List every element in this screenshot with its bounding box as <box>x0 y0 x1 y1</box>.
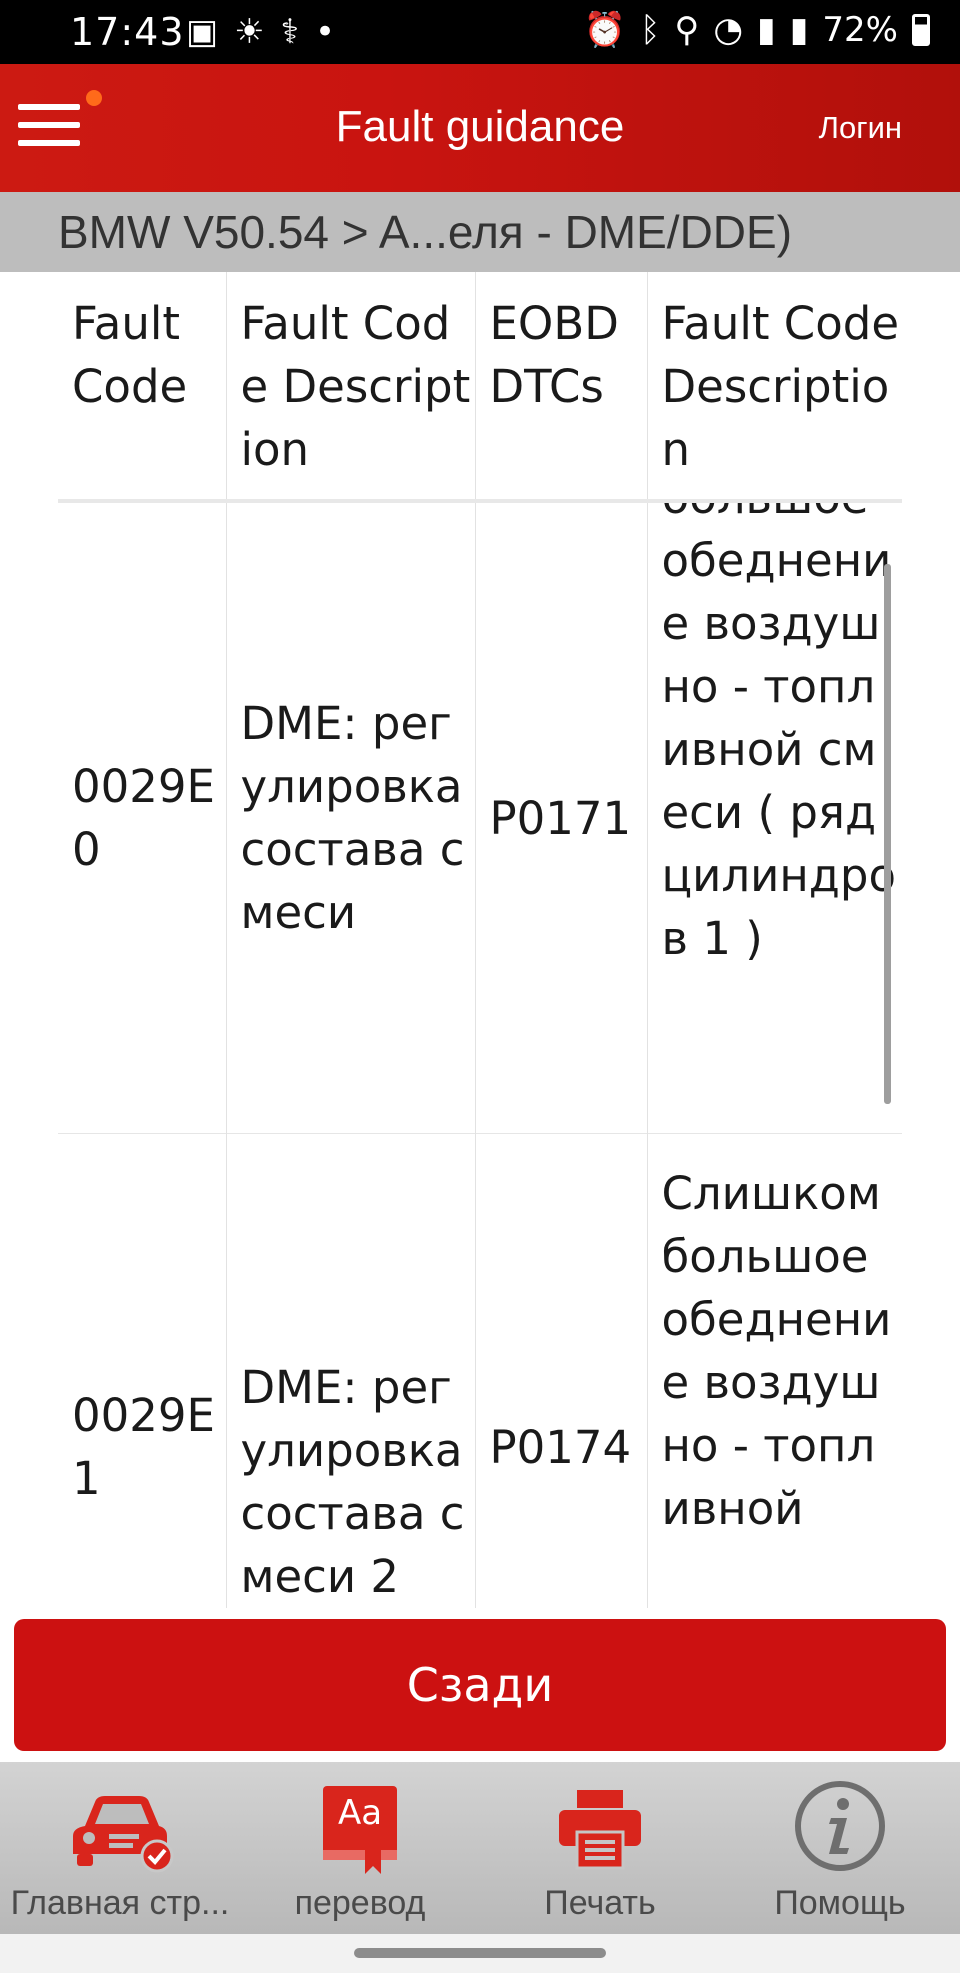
info-icon <box>795 1781 885 1871</box>
fault-table: Fault Code Fault Code Description EOBD D… <box>58 272 902 1608</box>
translate-book-icon: Aa <box>323 1786 397 1874</box>
car-check-icon <box>73 1796 174 1873</box>
status-notification-icons: ▣ ☀ ⚕ • <box>186 12 335 52</box>
cell-description-2: Слишком большое обеднение воздушно - топ… <box>646 1133 902 1608</box>
bluetooth-icon: ᛒ <box>640 10 661 50</box>
bottom-nav: Главная стр... Aa перевод Печать Помощь <box>0 1762 960 1934</box>
wifi-icon: ◔ <box>713 10 743 50</box>
nav-item-home[interactable]: Главная стр... <box>0 1762 240 1934</box>
breadcrumb: BMW V50.54 > A...еля - DME/DDE) <box>0 192 960 272</box>
alarm-icon: ⏰ <box>583 10 626 50</box>
stethoscope-icon: ⚕ <box>280 12 300 52</box>
nav-item-translate[interactable]: Aa перевод <box>240 1762 480 1934</box>
cell-fault-code: 0029E0 <box>72 760 215 876</box>
nav-label: перевод <box>294 1884 426 1922</box>
page-title: Fault guidance <box>335 102 625 151</box>
table-row[interactable]: 0029E1 DME: регулировка состава смеси 2 … <box>58 1133 902 1608</box>
app-bar: Fault guidance Логин <box>0 64 960 192</box>
printer-icon <box>559 1790 641 1870</box>
nav-item-help[interactable]: Помощь <box>720 1762 960 1934</box>
status-time: 17:43 <box>70 10 185 54</box>
signal-icon: ▮ <box>756 10 776 50</box>
cell-description: DME: регулировка состава смеси <box>225 501 475 1134</box>
login-button[interactable]: Логин <box>819 110 902 146</box>
cell-eobd: P0171 <box>474 501 647 1134</box>
back-button[interactable]: Сзади <box>14 1619 946 1751</box>
fault-table-container[interactable]: Fault Code Fault Code Description EOBD D… <box>0 272 960 1608</box>
battery-percent: 72% <box>822 10 898 50</box>
image-icon: ▣ <box>186 12 219 52</box>
header-eobd-dtcs: EOBD DTCs <box>474 272 647 501</box>
table-row[interactable]: 0029E0 DME: регулировка состава смеси P0… <box>58 501 902 1134</box>
cell-description-2-clip: Слишком большое обеднение воздушно - топ… <box>662 503 903 1133</box>
nav-label: Печать <box>544 1884 656 1922</box>
table-header-row: Fault Code Fault Code Description EOBD D… <box>58 272 902 501</box>
cell-description: DME: регулировка состава смеси 2 <box>225 1133 475 1608</box>
header-fault-code: Fault Code <box>72 297 188 413</box>
home-indicator[interactable] <box>354 1948 606 1958</box>
scrollbar[interactable] <box>884 564 891 1104</box>
nav-item-print[interactable]: Печать <box>480 1762 720 1934</box>
svg-text:Aa: Aa <box>338 1793 382 1833</box>
header-fault-description-2: Fault Code Description <box>646 272 902 501</box>
status-bar: 17:43 ▣ ☀ ⚕ • ⏰ ᛒ ⚲ ◔ ▮ ▮ 72% <box>0 0 960 64</box>
nav-label: Помощь <box>774 1884 906 1922</box>
weather-icon: ☀ <box>234 12 265 52</box>
location-icon: ⚲ <box>674 10 700 50</box>
cell-eobd: P0174 <box>474 1133 647 1608</box>
header-fault-description: Fault Code Description <box>225 272 475 501</box>
dot-icon: • <box>315 12 336 52</box>
system-nav-bar <box>0 1934 960 1973</box>
status-system-icons: ⏰ ᛒ ⚲ ◔ ▮ ▮ 72% <box>584 10 930 50</box>
signal-icon-2: ▮ <box>789 10 809 50</box>
cell-fault-code: 0029E1 <box>72 1389 215 1505</box>
cell-description-2: Слишком большое обеднение воздушно - топ… <box>646 501 903 1134</box>
cell-description-2-text: Слишком большое обеднение воздушно - топ… <box>661 503 897 965</box>
nav-label: Главная стр... <box>10 1884 230 1922</box>
battery-icon <box>912 14 930 46</box>
